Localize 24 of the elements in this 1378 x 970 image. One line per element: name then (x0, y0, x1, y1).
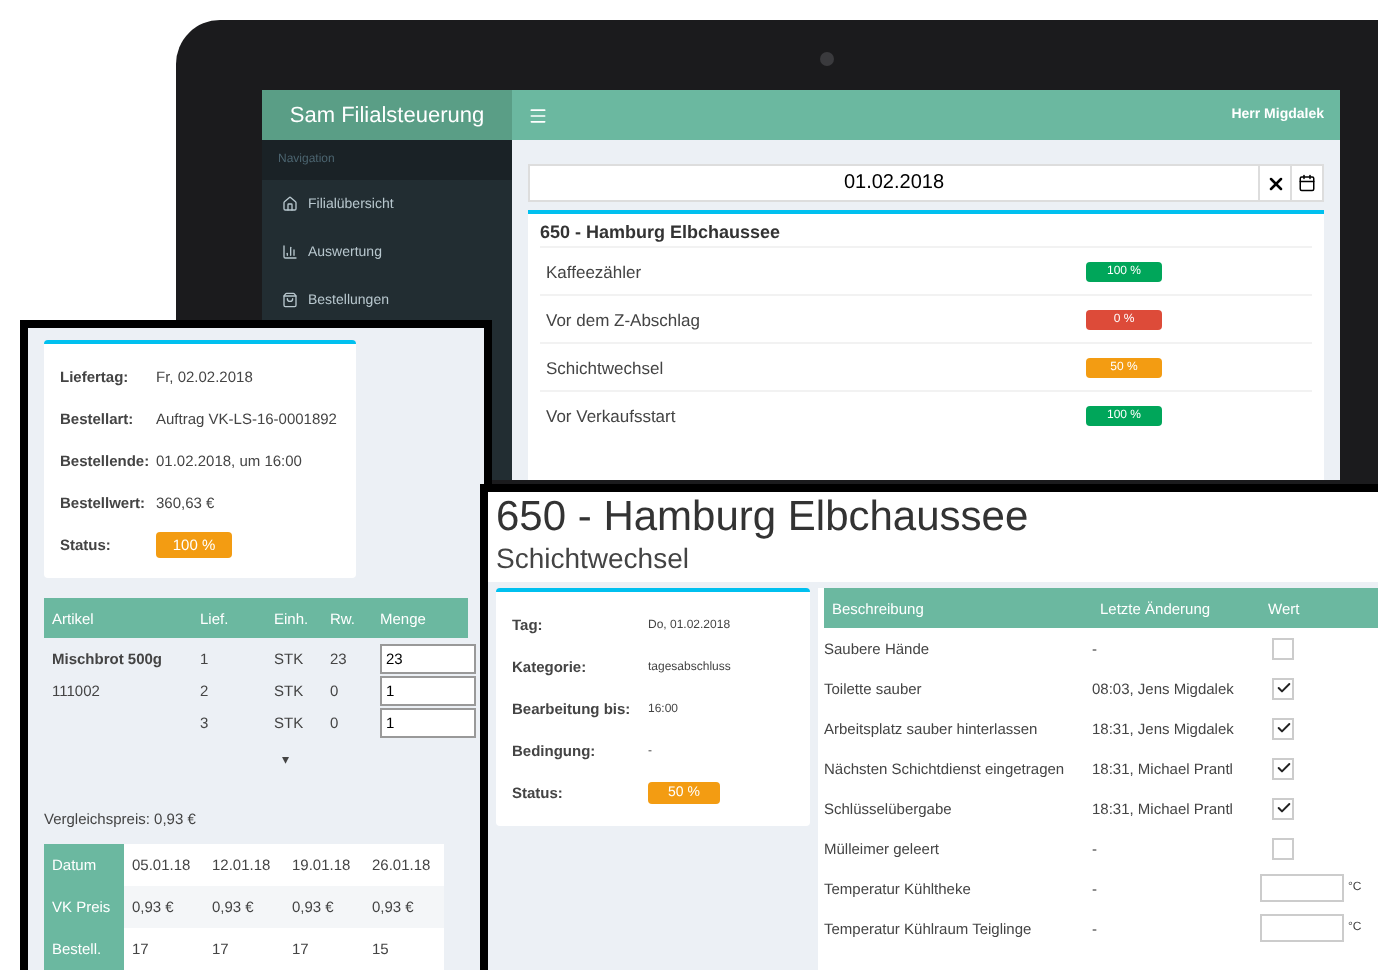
card-title: 650 - Hamburg Elbchaussee (540, 222, 783, 242)
checkbox[interactable] (1272, 717, 1294, 739)
temperature-input[interactable] (1260, 874, 1344, 902)
check-icon (1275, 720, 1291, 736)
temperature-input[interactable] (1260, 914, 1344, 942)
camera-dot (820, 52, 834, 66)
shopping-bag-icon (282, 292, 298, 308)
checkbox[interactable] (1272, 757, 1294, 779)
checkbox[interactable] (1272, 677, 1294, 699)
checkbox[interactable] (1272, 837, 1294, 859)
checkbox[interactable] (1272, 637, 1294, 659)
check-label: Schichtwechsel (546, 357, 666, 377)
check-icon (1275, 800, 1291, 816)
check-icon (1275, 760, 1291, 776)
page-title: 650 - Hamburg Elbchaussee (494, 492, 1031, 542)
bar-chart-icon (282, 244, 298, 260)
app-title: Sam Filialsteuerung (262, 90, 512, 140)
home-icon (282, 196, 298, 212)
page-subtitle: Schichtwechsel (494, 542, 691, 578)
check-label: Kaffeezähler (546, 261, 644, 281)
check-label: Vor Verkaufsstart (546, 405, 678, 425)
check-label: Vor dem Z-Abschlag (546, 309, 703, 329)
check-icon (1275, 680, 1291, 696)
checkbox[interactable] (1272, 797, 1294, 819)
